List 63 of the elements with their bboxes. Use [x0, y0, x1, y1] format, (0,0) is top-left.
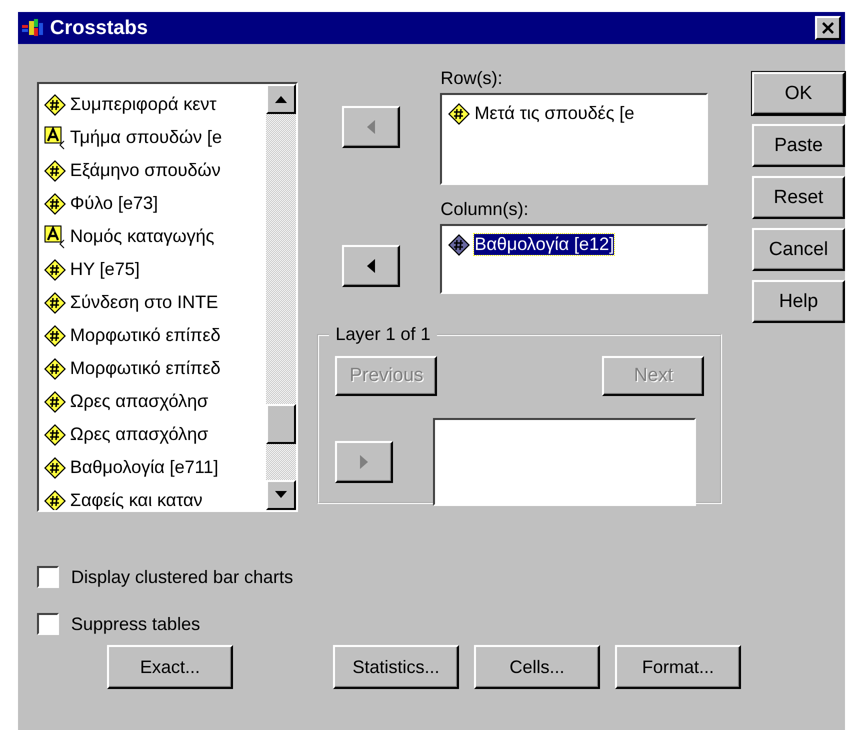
variable-item[interactable]: Μορφωτικό επίπεδ [39, 352, 266, 385]
target-list[interactable]: Βαθμολογία [e12] [440, 224, 708, 294]
dialog-button[interactable]: Statistics... [333, 645, 459, 689]
string-variable-icon [44, 224, 66, 248]
string-variable-icon [44, 126, 66, 150]
variable-item[interactable]: Εξάμηνο σπουδών [39, 154, 266, 187]
numeric-variable-icon [44, 324, 66, 346]
dialog-button[interactable]: Cancel [752, 228, 845, 271]
dialog-button[interactable]: Format... [615, 645, 741, 689]
target-list[interactable]: Μετά τις σπουδές [e [440, 93, 708, 185]
variable-item[interactable]: Τμήμα σπουδών [e [39, 121, 266, 154]
numeric-variable-icon [448, 102, 470, 124]
variable-item[interactable]: Νομός καταγωγής [39, 220, 266, 253]
numeric-variable-icon [448, 234, 470, 256]
window-title: Crosstabs [50, 16, 149, 40]
variable-item[interactable]: Σαφείς και καταν [39, 484, 266, 510]
numeric-variable-icon [44, 424, 66, 446]
move-button[interactable] [342, 245, 400, 287]
variable-item[interactable]: Ωρες απασχόλησ [39, 418, 266, 451]
dialog-button[interactable]: Reset [752, 176, 845, 219]
variable-item[interactable]: HY [e75] [39, 253, 266, 286]
dialog-button[interactable]: Paste [752, 124, 845, 167]
dialog-button[interactable]: Help [752, 280, 845, 323]
close-button[interactable] [815, 16, 841, 40]
numeric-variable-icon [44, 258, 66, 280]
numeric-variable-icon [44, 390, 66, 412]
checkbox-label: Suppress tables [71, 614, 200, 634]
close-icon [821, 22, 835, 34]
group-title: Layer 1 of 1 [329, 324, 437, 345]
dialog-button[interactable]: Cells... [474, 645, 600, 689]
checkbox[interactable] [37, 613, 59, 635]
up-arrow-icon [274, 95, 288, 103]
numeric-variable-icon [44, 358, 66, 380]
variable-item[interactable]: Μετά τις σπουδές [e [442, 97, 706, 130]
target-list-label: Column(s): [440, 199, 530, 220]
checkbox-label: Display clustered bar charts [71, 566, 294, 588]
scroll-down-button[interactable] [266, 480, 296, 510]
numeric-variable-icon [44, 292, 66, 314]
numeric-variable-icon [44, 456, 66, 478]
variable-item[interactable]: Φύλο [e73] [39, 187, 266, 220]
variable-item[interactable]: Συμπεριφορά κεντ [39, 88, 266, 121]
variable-list[interactable] [37, 82, 298, 512]
dialog-button[interactable]: Exact... [107, 645, 233, 689]
variable-item[interactable]: Σύνδεση στο INTE [39, 286, 266, 319]
app-icon [22, 19, 44, 37]
dialog-button[interactable]: OK [752, 72, 845, 115]
move-button[interactable] [342, 106, 400, 148]
numeric-variable-icon [44, 490, 66, 510]
layer-list[interactable] [433, 418, 696, 506]
scrollbar[interactable] [266, 84, 296, 510]
variable-item[interactable]: Μορφωτικό επίπεδ [39, 319, 266, 352]
numeric-variable-icon [44, 94, 66, 116]
variable-item[interactable]: Βαθμολογία [e711] [39, 451, 266, 484]
scroll-thumb[interactable] [266, 404, 296, 444]
scroll-up-button[interactable] [266, 84, 296, 114]
numeric-variable-icon [44, 160, 66, 182]
variable-item[interactable]: Ωρες απασχόλησ [39, 385, 266, 418]
move-button[interactable] [335, 441, 394, 483]
numeric-variable-icon [44, 192, 66, 214]
checkbox[interactable] [37, 566, 59, 588]
variable-item[interactable]: Βαθμολογία [e12] [442, 228, 706, 261]
target-list-label: Row(s): [440, 68, 504, 89]
down-arrow-icon [274, 491, 288, 499]
